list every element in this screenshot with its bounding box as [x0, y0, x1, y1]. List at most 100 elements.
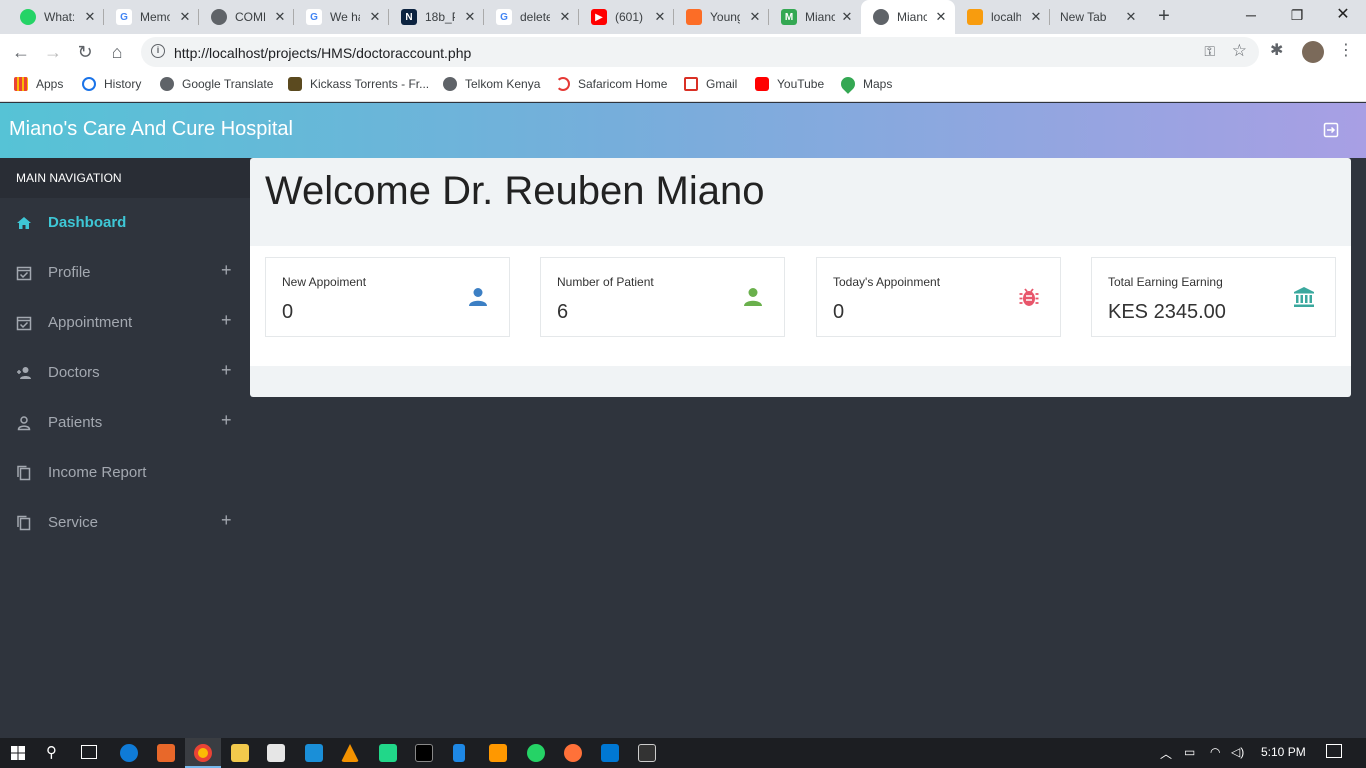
task-view-icon[interactable] — [81, 745, 97, 759]
bookmark-history[interactable]: History — [82, 77, 141, 91]
stat-card-label: Number of Patient — [557, 275, 654, 289]
bookmark-google-translate[interactable]: Google Translate — [160, 77, 273, 91]
bookmark-safaricom[interactable]: Safaricom Home — [556, 77, 667, 91]
chrome-icon[interactable] — [194, 744, 212, 762]
intellij-icon[interactable] — [415, 744, 433, 762]
app-title[interactable]: Miano's Care And Cure Hospital — [9, 118, 293, 141]
close-tab-icon[interactable]: ✕ — [1028, 9, 1044, 25]
history-icon — [82, 77, 96, 91]
google-icon: G — [306, 9, 322, 25]
restore-button[interactable]: ❐ — [1274, 0, 1320, 30]
sublime-icon[interactable] — [489, 744, 507, 762]
word-file-icon[interactable] — [453, 744, 465, 762]
expand-plus-icon[interactable]: + — [221, 310, 232, 331]
user-add-icon — [17, 367, 31, 379]
xampp-icon[interactable] — [157, 744, 175, 762]
sidebar-item-patients[interactable]: Patients + — [0, 398, 250, 448]
sidebar-item-profile[interactable]: Profile + — [0, 248, 250, 298]
bookmark-maps[interactable]: Maps — [838, 74, 892, 94]
browser-tab-active[interactable]: Mianc ✕ — [861, 0, 955, 34]
browser-tab[interactable]: New Tab ✕ — [1050, 0, 1145, 34]
pycharm-icon[interactable] — [379, 744, 397, 762]
close-tab-icon[interactable]: ✕ — [839, 9, 855, 25]
browser-tab[interactable]: N 18b_P ✕ — [389, 0, 484, 34]
firefox-icon[interactable] — [564, 744, 582, 762]
browser-tab[interactable]: localh ✕ — [955, 0, 1050, 34]
bookmark-kickass[interactable]: Kickass Torrents - Fr... — [288, 77, 429, 91]
vlc-icon[interactable] — [341, 744, 359, 762]
stat-card-todays-appointment[interactable]: Today's Appoinment 0 — [816, 257, 1061, 337]
wifi-icon[interactable]: ◠ — [1210, 745, 1220, 759]
stat-card-new-appointment[interactable]: New Appoiment 0 — [265, 257, 510, 337]
close-tab-icon[interactable]: ✕ — [462, 9, 478, 25]
logout-icon[interactable] — [1323, 122, 1339, 138]
chevron-up-icon[interactable]: ︿ — [1160, 745, 1172, 762]
store-icon[interactable] — [267, 744, 285, 762]
browser-tab[interactable]: M Mianc ✕ — [769, 0, 861, 34]
expand-plus-icon[interactable]: + — [221, 360, 232, 381]
whatsapp-icon[interactable] — [527, 744, 545, 762]
browser-tab[interactable]: ▶ (601) ✕ — [579, 0, 674, 34]
star-icon[interactable]: ☆ — [1232, 41, 1247, 61]
avatar[interactable] — [1302, 41, 1324, 63]
sidebar-item-appointment[interactable]: Appointment + — [0, 298, 250, 348]
extensions-icon[interactable]: ✱ — [1270, 40, 1283, 60]
close-tab-icon[interactable]: ✕ — [747, 9, 763, 25]
bookmark-apps[interactable]: Apps — [14, 77, 63, 91]
browser-tab[interactable]: G We ha ✕ — [294, 0, 389, 34]
terminal-icon[interactable] — [638, 744, 656, 762]
home-icon[interactable]: ⌂ — [105, 40, 129, 64]
browser-tab[interactable]: COMF ✕ — [199, 0, 294, 34]
close-tab-icon[interactable]: ✕ — [272, 9, 288, 25]
battery-icon[interactable]: ▭ — [1184, 745, 1195, 759]
mail-icon[interactable] — [305, 744, 323, 762]
main-panel: Welcome Dr. Reuben Miano New Appoiment 0… — [250, 158, 1351, 397]
close-tab-icon[interactable]: ✕ — [652, 9, 668, 25]
browser-tab[interactable]: What: ✕ — [8, 0, 104, 34]
expand-plus-icon[interactable]: + — [221, 260, 232, 281]
sidebar-item-label: Service — [48, 514, 99, 531]
menu-dots-icon[interactable]: ⋮ — [1338, 40, 1354, 60]
browser-tab[interactable]: G Memo ✕ — [104, 0, 199, 34]
vscode-icon[interactable] — [601, 744, 619, 762]
minimize-button[interactable]: ─ — [1228, 0, 1274, 30]
url-text[interactable]: http://localhost/projects/HMS/doctoracco… — [174, 45, 471, 61]
expand-plus-icon[interactable]: + — [221, 510, 232, 531]
new-tab-button[interactable]: + — [1152, 5, 1176, 29]
sidebar-item-doctors[interactable]: Doctors + — [0, 348, 250, 398]
close-tab-icon[interactable]: ✕ — [1123, 9, 1139, 25]
close-tab-icon[interactable]: ✕ — [933, 9, 949, 25]
address-bar[interactable]: i http://localhost/projects/HMS/doctorac… — [141, 37, 1259, 67]
edge-icon[interactable] — [120, 744, 138, 762]
close-tab-icon[interactable]: ✕ — [557, 9, 573, 25]
key-icon[interactable]: ⚿ — [1204, 43, 1215, 60]
notification-icon[interactable] — [1326, 744, 1342, 758]
forward-arrow-icon[interactable]: → — [41, 40, 65, 64]
browser-tab[interactable]: G delete ✕ — [484, 0, 579, 34]
windows-start-icon[interactable] — [11, 746, 25, 760]
back-arrow-icon[interactable]: ← — [9, 40, 33, 64]
browser-tab[interactable]: Young ✕ — [674, 0, 769, 34]
volume-icon[interactable]: ◁) — [1231, 745, 1244, 759]
close-tab-icon[interactable]: ✕ — [82, 9, 98, 25]
info-icon[interactable]: i — [151, 44, 165, 58]
globe-icon — [873, 9, 889, 25]
clock-time[interactable]: 5:10 PM — [1261, 745, 1306, 759]
bookmark-telkom[interactable]: Telkom Kenya — [443, 77, 540, 91]
close-tab-icon[interactable]: ✕ — [367, 9, 383, 25]
sidebar-item-income-report[interactable]: Income Report — [0, 448, 250, 498]
stat-card-patients[interactable]: Number of Patient 6 — [540, 257, 785, 337]
search-icon[interactable]: ⚲ — [46, 743, 57, 761]
bookmark-youtube[interactable]: YouTube — [755, 77, 824, 91]
home-icon — [17, 217, 31, 229]
expand-plus-icon[interactable]: + — [221, 410, 232, 431]
bookmark-gmail[interactable]: Gmail — [684, 77, 737, 91]
sidebar-item-dashboard[interactable]: Dashboard — [0, 198, 250, 248]
file-explorer-icon[interactable] — [231, 744, 249, 762]
close-window-button[interactable]: ✕ — [1320, 0, 1366, 30]
close-tab-icon[interactable]: ✕ — [177, 9, 193, 25]
sidebar-item-label: Appointment — [48, 314, 133, 331]
reload-icon[interactable]: ↻ — [73, 40, 97, 64]
sidebar-item-service[interactable]: Service + — [0, 498, 250, 548]
stat-card-total-earning[interactable]: Total Earning Earning KES 2345.00 — [1091, 257, 1336, 337]
